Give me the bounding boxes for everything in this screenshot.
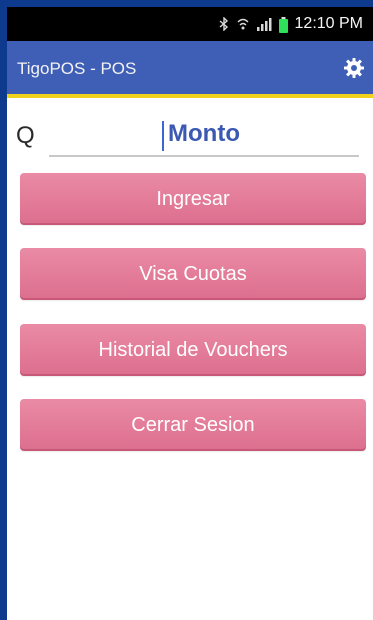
amount-row: Q: [7, 113, 373, 163]
status-bar: 12:10 PM: [7, 7, 373, 41]
gear-icon[interactable]: [342, 56, 366, 80]
logout-button[interactable]: Cerrar Sesion: [20, 399, 366, 451]
app-bar-accent: [7, 94, 373, 98]
amount-input[interactable]: [49, 113, 359, 157]
status-icons: 12:10 PM: [218, 15, 363, 33]
bluetooth-icon: [218, 17, 230, 31]
app-title: TigoPOS - POS: [17, 59, 137, 78]
voucher-history-button[interactable]: Historial de Vouchers: [20, 324, 366, 376]
app-screen: 12:10 PM TigoPOS - POS Q Monto Ingresar …: [7, 7, 373, 620]
text-cursor: [162, 121, 164, 151]
wifi-icon: [237, 17, 249, 31]
visa-cuotas-button[interactable]: Visa Cuotas: [20, 248, 366, 300]
signal-icon: [256, 17, 272, 31]
app-bar: TigoPOS - POS: [7, 41, 373, 94]
ingresar-button[interactable]: Ingresar: [20, 173, 366, 225]
status-time: 12:10 PM: [294, 15, 363, 32]
currency-label: Q: [16, 122, 35, 149]
battery-icon: [278, 17, 288, 33]
